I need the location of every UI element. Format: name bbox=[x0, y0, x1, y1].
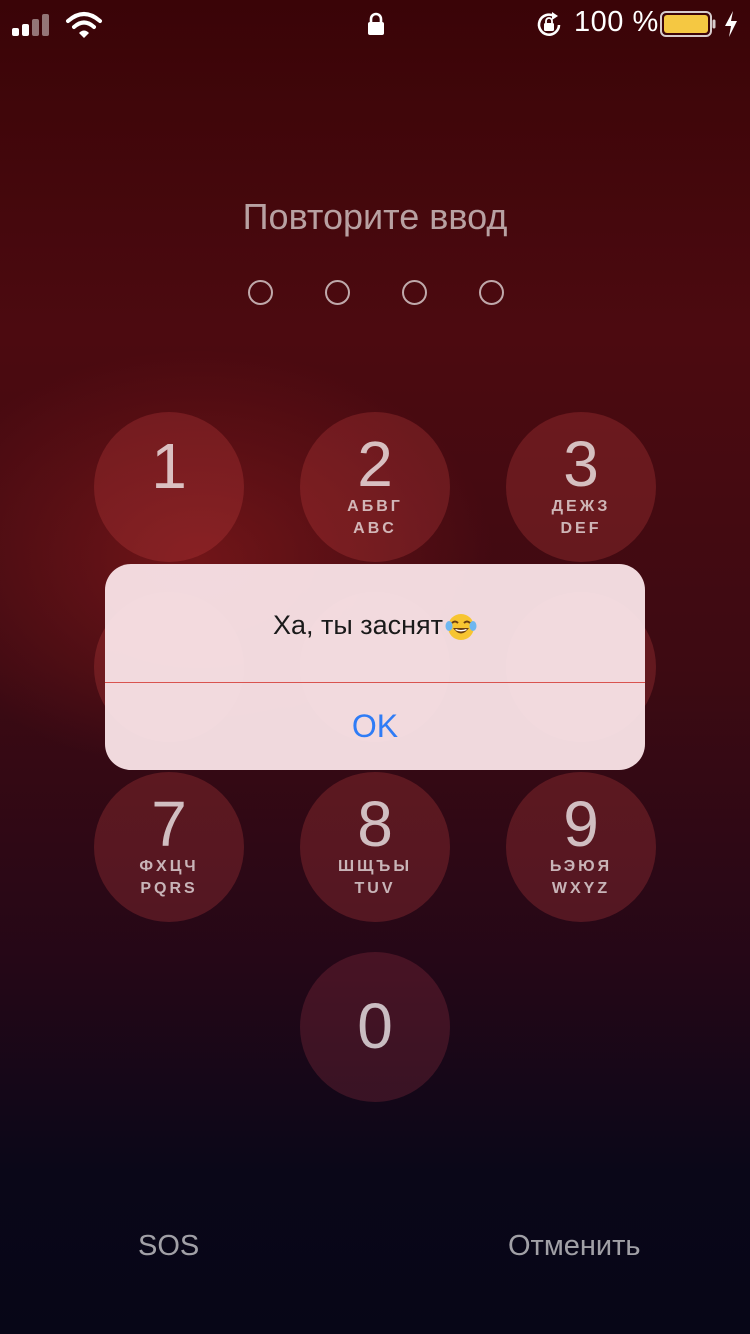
key-digit: 8 bbox=[357, 788, 393, 860]
key-letters-en: WXYZ bbox=[551, 880, 611, 897]
key-7[interactable]: 7 ФХЦЧ PQRS bbox=[94, 772, 244, 922]
key-2[interactable]: 2 АБВГ ABC bbox=[300, 412, 450, 562]
key-3[interactable]: 3 ДЕЖЗ DEF bbox=[506, 412, 656, 562]
key-digit: 0 bbox=[357, 990, 393, 1062]
key-1[interactable]: 1 bbox=[94, 412, 244, 562]
alert-message: Ха, ты заснят bbox=[105, 610, 645, 642]
rotation-lock-icon bbox=[537, 12, 561, 36]
lock-icon bbox=[368, 12, 384, 35]
key-digit: 2 bbox=[357, 428, 393, 500]
key-letters-en: ABC bbox=[353, 520, 397, 537]
passcode-dot bbox=[479, 280, 504, 305]
key-letters-ru: АБВГ bbox=[347, 498, 403, 515]
key-letters-ru: ЬЭЮЯ bbox=[549, 858, 613, 875]
passcode-prompt: Повторите ввод bbox=[242, 196, 508, 237]
key-letters-en: PQRS bbox=[140, 880, 198, 897]
key-8[interactable]: 8 ШЩЪЫ TUV bbox=[300, 772, 450, 922]
key-letters-ru: ШЩЪЫ bbox=[338, 858, 412, 875]
battery-icon bbox=[660, 11, 716, 37]
passcode-dot bbox=[248, 280, 273, 305]
cellular-signal-icon bbox=[12, 14, 52, 36]
passcode-dot bbox=[402, 280, 427, 305]
key-digit: 9 bbox=[563, 788, 599, 860]
key-letters-ru: ФХЦЧ bbox=[139, 858, 199, 875]
wifi-icon bbox=[66, 12, 102, 38]
key-9[interactable]: 9 ЬЭЮЯ WXYZ bbox=[506, 772, 656, 922]
face-with-tears-of-joy-icon bbox=[445, 613, 477, 640]
cancel-button[interactable]: Отменить bbox=[508, 1230, 641, 1263]
key-0[interactable]: 0 bbox=[300, 952, 450, 1102]
key-digit: 3 bbox=[563, 428, 599, 500]
key-digit: 1 bbox=[151, 430, 187, 502]
alert-dialog: Ха, ты заснят OK bbox=[105, 564, 645, 770]
key-letters-en: DEF bbox=[560, 520, 602, 537]
alert-message-text: Ха, ты заснят bbox=[272, 610, 444, 640]
key-letters-ru: ДЕЖЗ bbox=[551, 498, 611, 515]
charging-bolt-icon bbox=[725, 11, 737, 37]
status-bar: 100 % bbox=[0, 0, 750, 48]
passcode-dots bbox=[0, 280, 750, 306]
ok-button[interactable]: OK bbox=[105, 683, 645, 770]
passcode-dot bbox=[325, 280, 350, 305]
key-digit: 7 bbox=[151, 788, 187, 860]
sos-button[interactable]: SOS bbox=[138, 1230, 199, 1263]
battery-percentage: 100 % bbox=[574, 6, 659, 38]
key-letters-en: TUV bbox=[354, 880, 396, 897]
